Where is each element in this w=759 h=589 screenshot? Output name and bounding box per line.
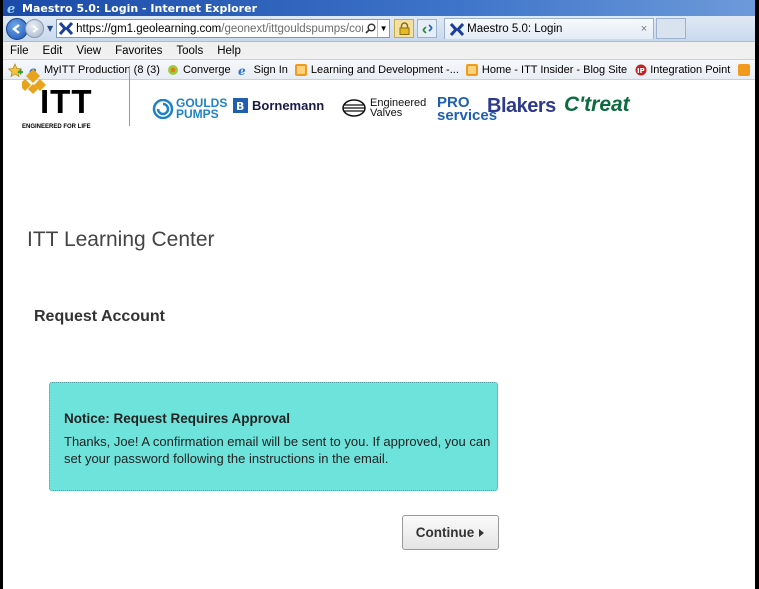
- menu-view[interactable]: View: [69, 45, 108, 57]
- menu-file[interactable]: File: [3, 45, 36, 57]
- caret-right-icon: [478, 528, 485, 538]
- forward-arrow-icon: [31, 24, 39, 33]
- favorite-overflow-icon[interactable]: [737, 63, 750, 76]
- favorite-link[interactable]: e Sign In: [238, 63, 288, 76]
- tab-label: Maestro 5.0: Login: [467, 23, 563, 35]
- favorite-link[interactable]: IP Integration Point: [634, 63, 730, 76]
- window-titlebar: e Maestro 5.0: Login - Internet Explorer: [3, 0, 755, 16]
- treat-logo: C'treat: [564, 93, 630, 117]
- menu-bar: File Edit View Favorites Tools Help: [3, 42, 755, 60]
- browser-tab[interactable]: Maestro 5.0: Login ×: [444, 18, 655, 39]
- menu-tools[interactable]: Tools: [169, 45, 210, 57]
- favorite-label: Integration Point: [650, 63, 731, 76]
- engineered-valves-text: Engineered Valves: [370, 97, 427, 119]
- search-icon[interactable]: [363, 23, 377, 34]
- notice-title: Notice: Request Requires Approval: [64, 411, 291, 426]
- site-title: ITT Learning Center: [27, 228, 215, 251]
- favorite-link[interactable]: Converge: [167, 63, 231, 76]
- svg-text:e: e: [238, 64, 246, 76]
- feed-icon: [466, 63, 479, 76]
- favorites-star-icon[interactable]: [8, 62, 23, 77]
- menu-edit[interactable]: Edit: [36, 45, 70, 57]
- converge-icon: [167, 63, 180, 76]
- continue-button[interactable]: Continue: [402, 515, 499, 550]
- svg-text:IP: IP: [637, 67, 645, 75]
- page-content: [3, 80, 755, 589]
- address-bar[interactable]: https://gm1.geolearning.com/geonext/ittg…: [56, 19, 391, 38]
- url-path: /geonext/ittgouldspumps/confirm: [221, 22, 363, 35]
- favorite-label: Learning and Development -...: [310, 63, 459, 76]
- svg-text:B: B: [236, 100, 244, 113]
- internet-explorer-icon: e: [6, 2, 19, 15]
- itt-logo: ITT ENGINEERED FOR LIFE: [22, 69, 94, 130]
- engineered-valves-logo: Engineered Valves: [342, 97, 427, 119]
- address-dropdown-icon[interactable]: ▼: [377, 20, 389, 37]
- new-tab-button[interactable]: [656, 18, 687, 39]
- window-frame-right: [755, 0, 759, 589]
- menu-help[interactable]: Help: [210, 45, 248, 57]
- history-dropdown-icon[interactable]: ▼: [47, 24, 53, 33]
- svg-text:e: e: [7, 2, 15, 15]
- pro-services-text: PRO services: [437, 94, 498, 124]
- bornemann-logo: B Bornemann: [233, 98, 324, 113]
- blakers-text: Blakers: [487, 95, 556, 117]
- refresh-button[interactable]: [417, 19, 438, 38]
- ie-page-icon: e: [238, 63, 251, 76]
- bornemann-b-icon: B: [233, 98, 248, 113]
- goulds-pumps-text: GOULDS PUMPS: [176, 96, 228, 121]
- refresh-icon: [422, 23, 433, 34]
- forward-button[interactable]: [25, 19, 44, 38]
- logo-divider: [129, 66, 130, 126]
- itt-wordmark: ITT: [40, 83, 93, 120]
- ip-icon: IP: [634, 63, 647, 76]
- tab-favicon-icon: [450, 22, 465, 36]
- menu-favorites[interactable]: Favorites: [108, 45, 169, 57]
- window-title: Maestro 5.0: Login - Internet Explorer: [22, 1, 257, 15]
- goulds-pumps-logo: GOULDS PUMPS: [152, 96, 228, 121]
- back-arrow-icon: [12, 23, 20, 34]
- feed-icon: [295, 63, 308, 76]
- site-favicon-icon: [59, 22, 74, 36]
- page-heading: Request Account: [34, 308, 165, 325]
- favorite-link[interactable]: Home - ITT Insider - Blog Site: [466, 63, 627, 76]
- address-toolbar: ▼ https://gm1.geolearning.com/geonext/it…: [3, 16, 755, 42]
- notice-body: Thanks, Joe! A confirmation email will b…: [64, 434, 491, 466]
- favorite-link[interactable]: Learning and Development -...: [295, 63, 459, 76]
- padlock-icon[interactable]: [394, 19, 415, 38]
- goulds-swirl-icon: [152, 99, 174, 119]
- valves-globe-icon: [342, 99, 366, 117]
- continue-label: Continue: [415, 525, 475, 540]
- url-host: https://gm1.geolearning.com: [76, 22, 222, 35]
- blakers-logo: Blakers: [487, 95, 556, 118]
- favorite-label: Sign In: [253, 63, 288, 76]
- favorite-label: Home - ITT Insider - Blog Site: [481, 63, 628, 76]
- treat-text: C'treat: [564, 93, 630, 116]
- favorites-bar: e MyITT Production (8 (3) Converge e Sig…: [3, 60, 755, 80]
- bornemann-text: Bornemann: [252, 98, 325, 113]
- tab-close-icon[interactable]: ×: [641, 23, 647, 35]
- itt-tagline: ENGINEERED FOR LIFE: [22, 124, 91, 130]
- approval-notice: Notice: Request Requires Approval Thanks…: [49, 382, 498, 491]
- pro-services-logo: PRO services: [437, 94, 498, 124]
- favorite-label: Converge: [182, 63, 231, 76]
